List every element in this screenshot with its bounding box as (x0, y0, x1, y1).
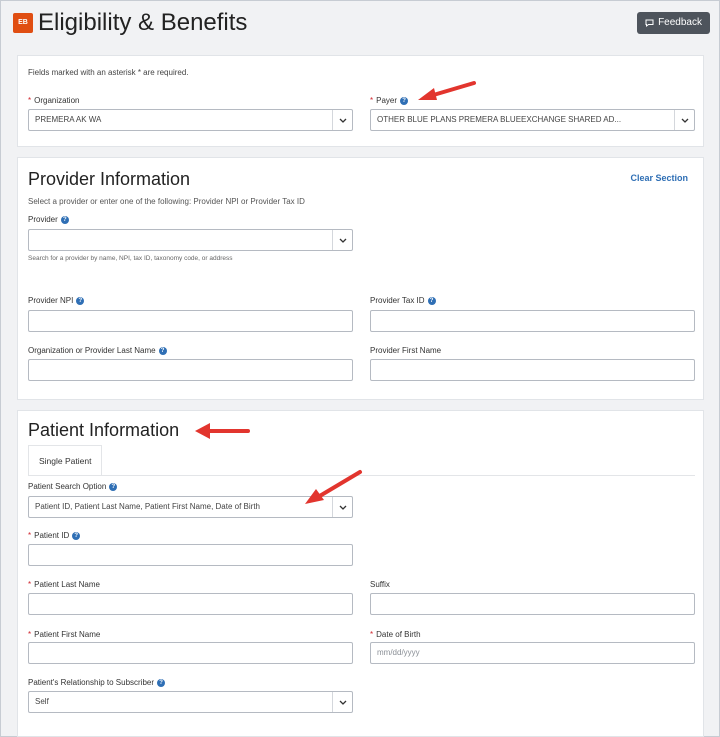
org-last-name-label: Organization or Provider Last Name ? (28, 346, 167, 355)
organization-value: PREMERA AK WA (35, 115, 102, 124)
patient-card: Patient Information Single Patient Patie… (17, 410, 704, 737)
selection-card: Fields marked with an asterisk * are req… (17, 55, 704, 147)
help-icon[interactable]: ? (158, 346, 167, 355)
payer-label-text: Payer (376, 96, 398, 105)
provider-npi-label-text: Provider NPI (28, 296, 74, 305)
provider-npi-label: Provider NPI ? (28, 296, 85, 305)
patient-id-input[interactable] (28, 544, 353, 566)
provider-label: Provider ? (28, 215, 69, 224)
suffix-label-text: Suffix (370, 580, 390, 589)
chevron-down-icon (332, 230, 352, 250)
patient-first-name-label: * Patient First Name (28, 630, 100, 639)
chevron-down-icon (332, 692, 352, 712)
patient-id-label-text: Patient ID (34, 531, 70, 540)
help-icon[interactable]: ? (76, 296, 85, 305)
suffix-input[interactable] (370, 593, 695, 615)
provider-first-name-label: Provider First Name (370, 346, 441, 355)
annotation-arrow-icon (305, 470, 362, 504)
chevron-down-icon (332, 110, 352, 130)
patient-last-name-label: * Patient Last Name (28, 580, 100, 589)
relationship-label-text: Patient's Relationship to Subscriber (28, 678, 155, 687)
dob-label: * Date of Birth (370, 630, 421, 639)
provider-first-name-label-text: Provider First Name (370, 346, 442, 355)
relationship-label: Patient's Relationship to Subscriber ? (28, 678, 166, 687)
required-asterisk: * (28, 630, 32, 639)
help-icon[interactable]: ? (109, 482, 118, 491)
help-icon[interactable]: ? (72, 531, 81, 540)
org-last-name-input[interactable] (28, 359, 353, 381)
suffix-label: Suffix (370, 580, 390, 589)
provider-tax-id-label: Provider Tax ID ? (370, 296, 436, 305)
payer-select[interactable]: OTHER BLUE PLANS PREMERA BLUEEXCHANGE SH… (370, 109, 695, 131)
patient-first-name-input[interactable] (28, 642, 353, 664)
help-icon[interactable]: ? (60, 215, 69, 224)
annotation-arrow-icon (195, 423, 250, 439)
payer-value: OTHER BLUE PLANS PREMERA BLUEEXCHANGE SH… (377, 115, 622, 124)
patient-last-name-label-text: Patient Last Name (34, 580, 100, 589)
required-asterisk: * (370, 630, 374, 639)
chat-icon (645, 19, 654, 27)
required-asterisk: * (28, 531, 32, 540)
provider-tax-id-label-text: Provider Tax ID (370, 296, 425, 305)
chevron-down-icon (674, 110, 694, 130)
payer-label: * Payer ? (370, 96, 409, 105)
feedback-label: Feedback (658, 17, 702, 28)
provider-tax-id-input[interactable] (370, 310, 695, 332)
patient-last-name-input[interactable] (28, 593, 353, 615)
required-note: Fields marked with an asterisk * are req… (28, 68, 189, 77)
app-logo: EB (13, 13, 33, 33)
help-icon[interactable]: ? (400, 96, 409, 105)
help-icon[interactable]: ? (427, 296, 436, 305)
dob-label-text: Date of Birth (376, 630, 421, 639)
organization-select[interactable]: PREMERA AK WA (28, 109, 353, 131)
page-title: Eligibility & Benefits (38, 9, 248, 36)
patient-search-option-label: Patient Search Option ? (28, 482, 118, 491)
provider-npi-input[interactable] (28, 310, 353, 332)
provider-label-text: Provider (28, 215, 58, 224)
provider-card: Provider Information Clear Section Selec… (17, 157, 704, 400)
relationship-value: Self (35, 697, 49, 706)
required-asterisk: * (28, 96, 32, 105)
tab-single-patient[interactable]: Single Patient (28, 445, 103, 475)
patient-search-option-label-text: Patient Search Option (28, 482, 107, 491)
page-header: EB Eligibility & Benefits Feedback (0, 0, 720, 46)
patient-first-name-label-text: Patient First Name (34, 630, 101, 639)
patient-id-label: * Patient ID ? (28, 531, 81, 540)
annotation-arrow-icon (418, 81, 476, 100)
provider-select[interactable] (28, 229, 353, 251)
dob-input[interactable]: mm/dd/yyyy (370, 642, 695, 664)
organization-label-text: Organization (34, 96, 80, 105)
organization-label: * Organization (28, 96, 79, 105)
relationship-select[interactable]: Self (28, 691, 353, 713)
provider-section-title: Provider Information (28, 169, 191, 189)
clear-section-link[interactable]: Clear Section (630, 173, 688, 183)
required-asterisk: * (28, 580, 32, 589)
patient-section-title: Patient Information (28, 420, 180, 440)
feedback-button[interactable]: Feedback (637, 12, 710, 34)
required-asterisk: * (370, 96, 374, 105)
provider-first-name-input[interactable] (370, 359, 695, 381)
provider-instructions: Select a provider or enter one of the fo… (28, 197, 305, 206)
org-last-name-label-text: Organization or Provider Last Name (28, 346, 156, 355)
provider-hint: Search for a provider by name, NPI, tax … (28, 255, 233, 262)
help-icon[interactable]: ? (157, 678, 166, 687)
